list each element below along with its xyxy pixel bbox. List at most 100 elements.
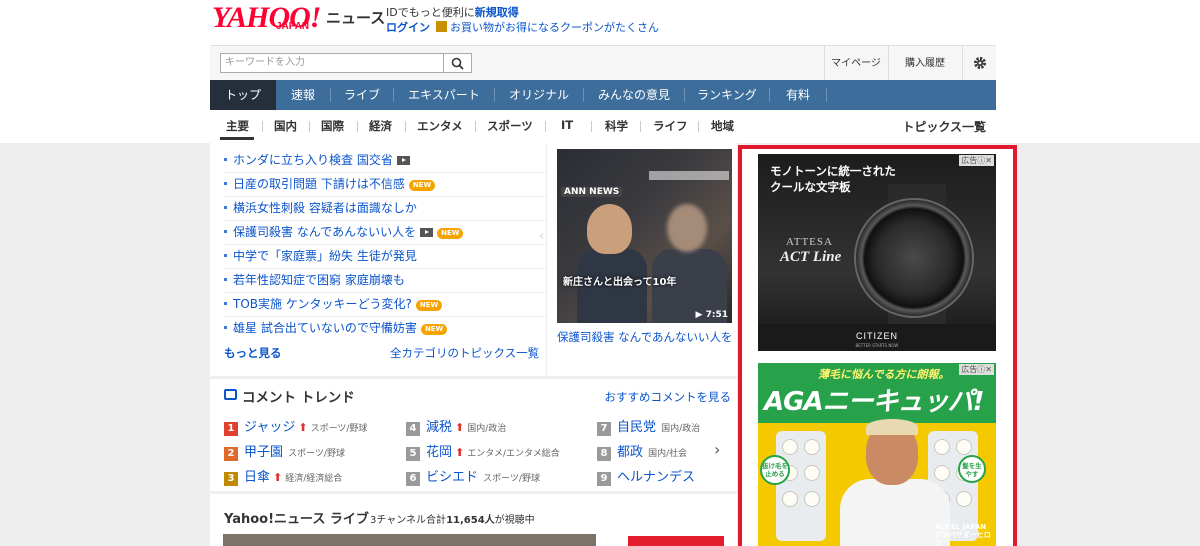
topic-item[interactable]: ホンダに立ち入り検査 国交省 [224, 148, 546, 173]
live-count-prefix: 3チャンネル合計 [370, 515, 447, 526]
tab-breaking[interactable]: 速報 [276, 80, 330, 110]
trend-word: ジャッジ [244, 420, 296, 435]
trend-item[interactable]: 7 自民党 国内/政治 [597, 416, 700, 436]
tab-live[interactable]: ライブ [331, 80, 393, 110]
tab-top[interactable]: トップ [210, 80, 276, 110]
pill [804, 465, 820, 481]
pill-pack [776, 431, 826, 541]
rank-number: 2 [224, 447, 238, 461]
tab-ranking[interactable]: ランキング [685, 80, 769, 110]
live-thumbnail[interactable] [628, 536, 724, 546]
live-thumbnail[interactable] [223, 534, 596, 546]
chevron-left-icon[interactable]: ‹ [539, 229, 549, 244]
trend-word: 都政 [617, 445, 644, 460]
category-entertainment[interactable]: エンタメ [417, 118, 463, 134]
topic-item[interactable]: TOB実施 ケンタッキーどう変化? NEW [224, 292, 546, 317]
watch-image [854, 198, 974, 318]
feature-badge: 髪を生やす [958, 455, 986, 483]
search-button[interactable] [444, 53, 472, 73]
settings-button[interactable] [962, 46, 997, 81]
search-bar: キーワードを入力 マイページ 購入履歴 [210, 45, 996, 81]
tab-paid[interactable]: 有料 [770, 80, 826, 110]
trend-item[interactable]: 2 甲子園 スポーツ/野球 [224, 441, 345, 461]
category-divider [475, 121, 476, 132]
category-nav: 主要 国内 国際 経済 エンタメ スポーツ IT 科学 ライフ 地域 トピックス… [210, 110, 996, 140]
arrow-up-icon: ⬆ [273, 471, 283, 484]
topic-title: 雄星 試合出ていないので守備妨害 [233, 321, 417, 335]
more-topics-link[interactable]: もっと見る [224, 345, 282, 361]
rank-number: 3 [224, 472, 238, 486]
ad-info-badge[interactable]: 広告ⓘ✕ [959, 364, 994, 375]
service-name[interactable]: ニュース [326, 7, 385, 28]
bullet-icon [224, 206, 227, 209]
ad-headline-line1: モノトーンに統一された [770, 164, 896, 178]
video-caption-strip [649, 171, 729, 180]
topic-item[interactable]: 中学で「家庭票」紛失 生徒が発見 [224, 244, 546, 269]
topic-title: 保護司殺害 なんであんないい人を [233, 225, 417, 239]
category-domestic[interactable]: 国内 [274, 118, 297, 134]
new-badge: NEW [408, 180, 436, 191]
category-world[interactable]: 国際 [321, 118, 344, 134]
ad-headline: 薄毛に悩んでる方に朗報。 [818, 368, 950, 381]
id-promo: IDでもっと便利に新規取得 [386, 4, 519, 20]
recommended-comments-link[interactable]: おすすめコメントを見る [605, 389, 732, 405]
login-link[interactable]: ログイン [386, 21, 430, 34]
hair-ad[interactable]: 薄毛に悩んでる方に朗報。 広告ⓘ✕ AGAニーキュッパ! 抜け毛を止める 髪を生… [758, 363, 996, 546]
new-badge: NEW [437, 228, 464, 239]
tab-original[interactable]: オリジナル [495, 80, 583, 110]
video-duration: ▶ 7:51 [695, 310, 728, 320]
category-science[interactable]: 科学 [605, 118, 628, 134]
ad-headline: モノトーンに統一された クールな文字板 [770, 163, 896, 195]
topic-item[interactable]: 横浜女性刺殺 容疑者は面識なしか [224, 196, 546, 221]
watch-ad[interactable]: モノトーンに統一された クールな文字板 広告ⓘ✕ ATTESA ACT Line … [758, 154, 996, 351]
product-line: ATTESA [786, 236, 833, 248]
ad-info-badge[interactable]: 広告ⓘ✕ [959, 155, 994, 166]
video-title[interactable]: 保護司殺害 なんであんないい人を [557, 329, 732, 345]
category-it[interactable]: IT [561, 118, 573, 132]
topics-list-link[interactable]: トピックス一覧 [902, 118, 986, 135]
person-face [587, 204, 632, 254]
search-input[interactable]: キーワードを入力 [220, 53, 444, 73]
video-thumbnail[interactable]: ANN NEWS 新庄さんと出会って10年 ▶ 7:51 [557, 149, 732, 323]
trend-item[interactable]: 1 ジャッジ ⬆ スポーツ/野球 [224, 416, 367, 436]
topic-title: TOB実施 ケンタッキーどう変化? [233, 297, 412, 311]
trend-item[interactable]: 3 日傘 ⬆ 経済/経済総合 [224, 466, 342, 486]
rank-number: 8 [597, 447, 611, 461]
trend-item[interactable]: 4 減税 ⬆ 国内/政治 [406, 416, 506, 436]
bullet-icon [224, 182, 227, 185]
trend-item[interactable]: 5 花岡 ⬆ エンタメ/エンタメ総合 [406, 441, 560, 461]
tab-expert[interactable]: エキスパート [394, 80, 494, 110]
category-divider [591, 121, 592, 132]
purchase-history-link[interactable]: 購入履歴 [888, 46, 961, 81]
topic-item[interactable]: 日産の取引問題 下請けは不信感 NEW [224, 172, 546, 197]
topic-item[interactable]: 保護司殺害 なんであんないい人を NEW [224, 220, 546, 245]
pill [782, 491, 798, 507]
chevron-right-icon[interactable]: › [714, 440, 720, 459]
trend-item[interactable]: 9 ヘルナンデス [597, 466, 695, 486]
ad-brand: ACCEL JAPAN アンバサダーヒロミ [935, 523, 996, 546]
topic-title: 日産の取引問題 下請けは不信感 [233, 177, 405, 191]
trend-item[interactable]: 8 都政 国内/社会 [597, 441, 687, 461]
category-local[interactable]: 地域 [711, 118, 734, 134]
bullet-icon [224, 326, 227, 329]
trend-item[interactable]: 6 ビシエド スポーツ/野球 [406, 466, 540, 486]
id-promo-text: IDでもっと便利に [386, 6, 475, 19]
category-life[interactable]: ライフ [653, 118, 688, 134]
coupon-link[interactable]: お買い物がお得になるクーポンがたくさん [450, 21, 659, 34]
category-sports[interactable]: スポーツ [487, 118, 533, 134]
category-main[interactable]: 主要 [226, 118, 249, 134]
signup-link[interactable]: 新規取得 [475, 6, 519, 19]
trend-word: 甲子園 [244, 445, 284, 460]
category-economy[interactable]: 経済 [369, 118, 392, 134]
tab-opinions[interactable]: みんなの意見 [584, 80, 684, 110]
pill [956, 491, 972, 507]
brand-name: CITIZEN [856, 331, 898, 341]
mypage-link[interactable]: マイページ [824, 46, 887, 81]
topic-item[interactable]: 若年性認知症で困窮 家庭崩壊も [224, 268, 546, 293]
arrow-up-icon: ⬆ [455, 446, 465, 459]
live-title[interactable]: Yahoo!ニュース ライブ [224, 508, 369, 527]
topic-item[interactable]: 雄星 試合出ていないので守備妨害 NEW [224, 316, 546, 340]
all-categories-link[interactable]: 全カテゴリのトピックス一覧 [390, 345, 539, 361]
feature-badge: 抜け毛を止める [760, 455, 790, 485]
network-logo: ANN NEWS [561, 187, 623, 197]
